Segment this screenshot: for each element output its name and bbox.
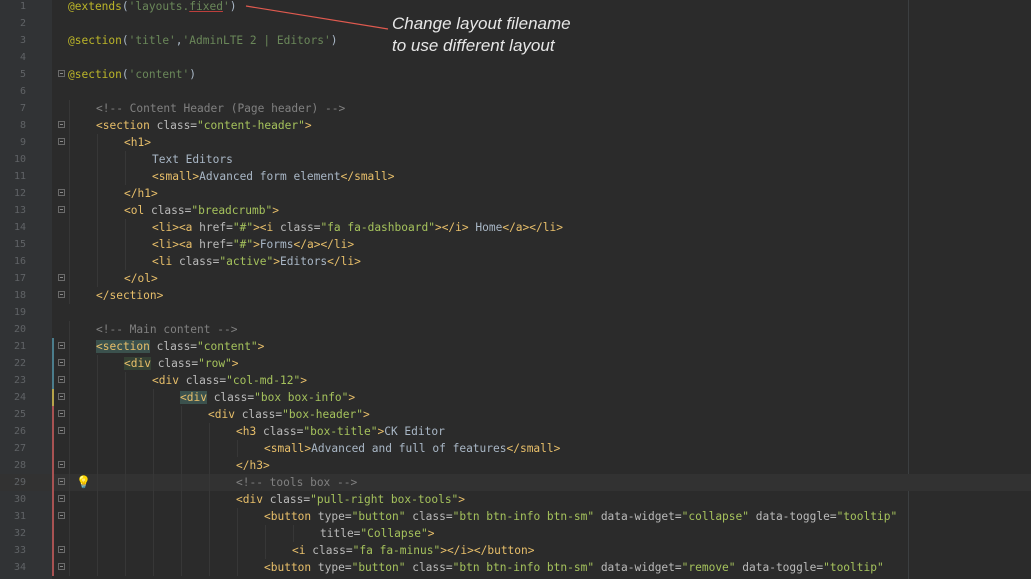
layout-annotation: Change layout filename to use different … xyxy=(392,13,571,57)
annotation-line-1: Change layout filename xyxy=(392,14,571,33)
annotation-arrow-icon xyxy=(245,5,389,30)
annotation-line-2: to use different layout xyxy=(392,36,555,55)
code-editor[interactable]: 1 @extends('layouts.fixed') 2 3 @section('ti… xyxy=(0,0,1031,579)
